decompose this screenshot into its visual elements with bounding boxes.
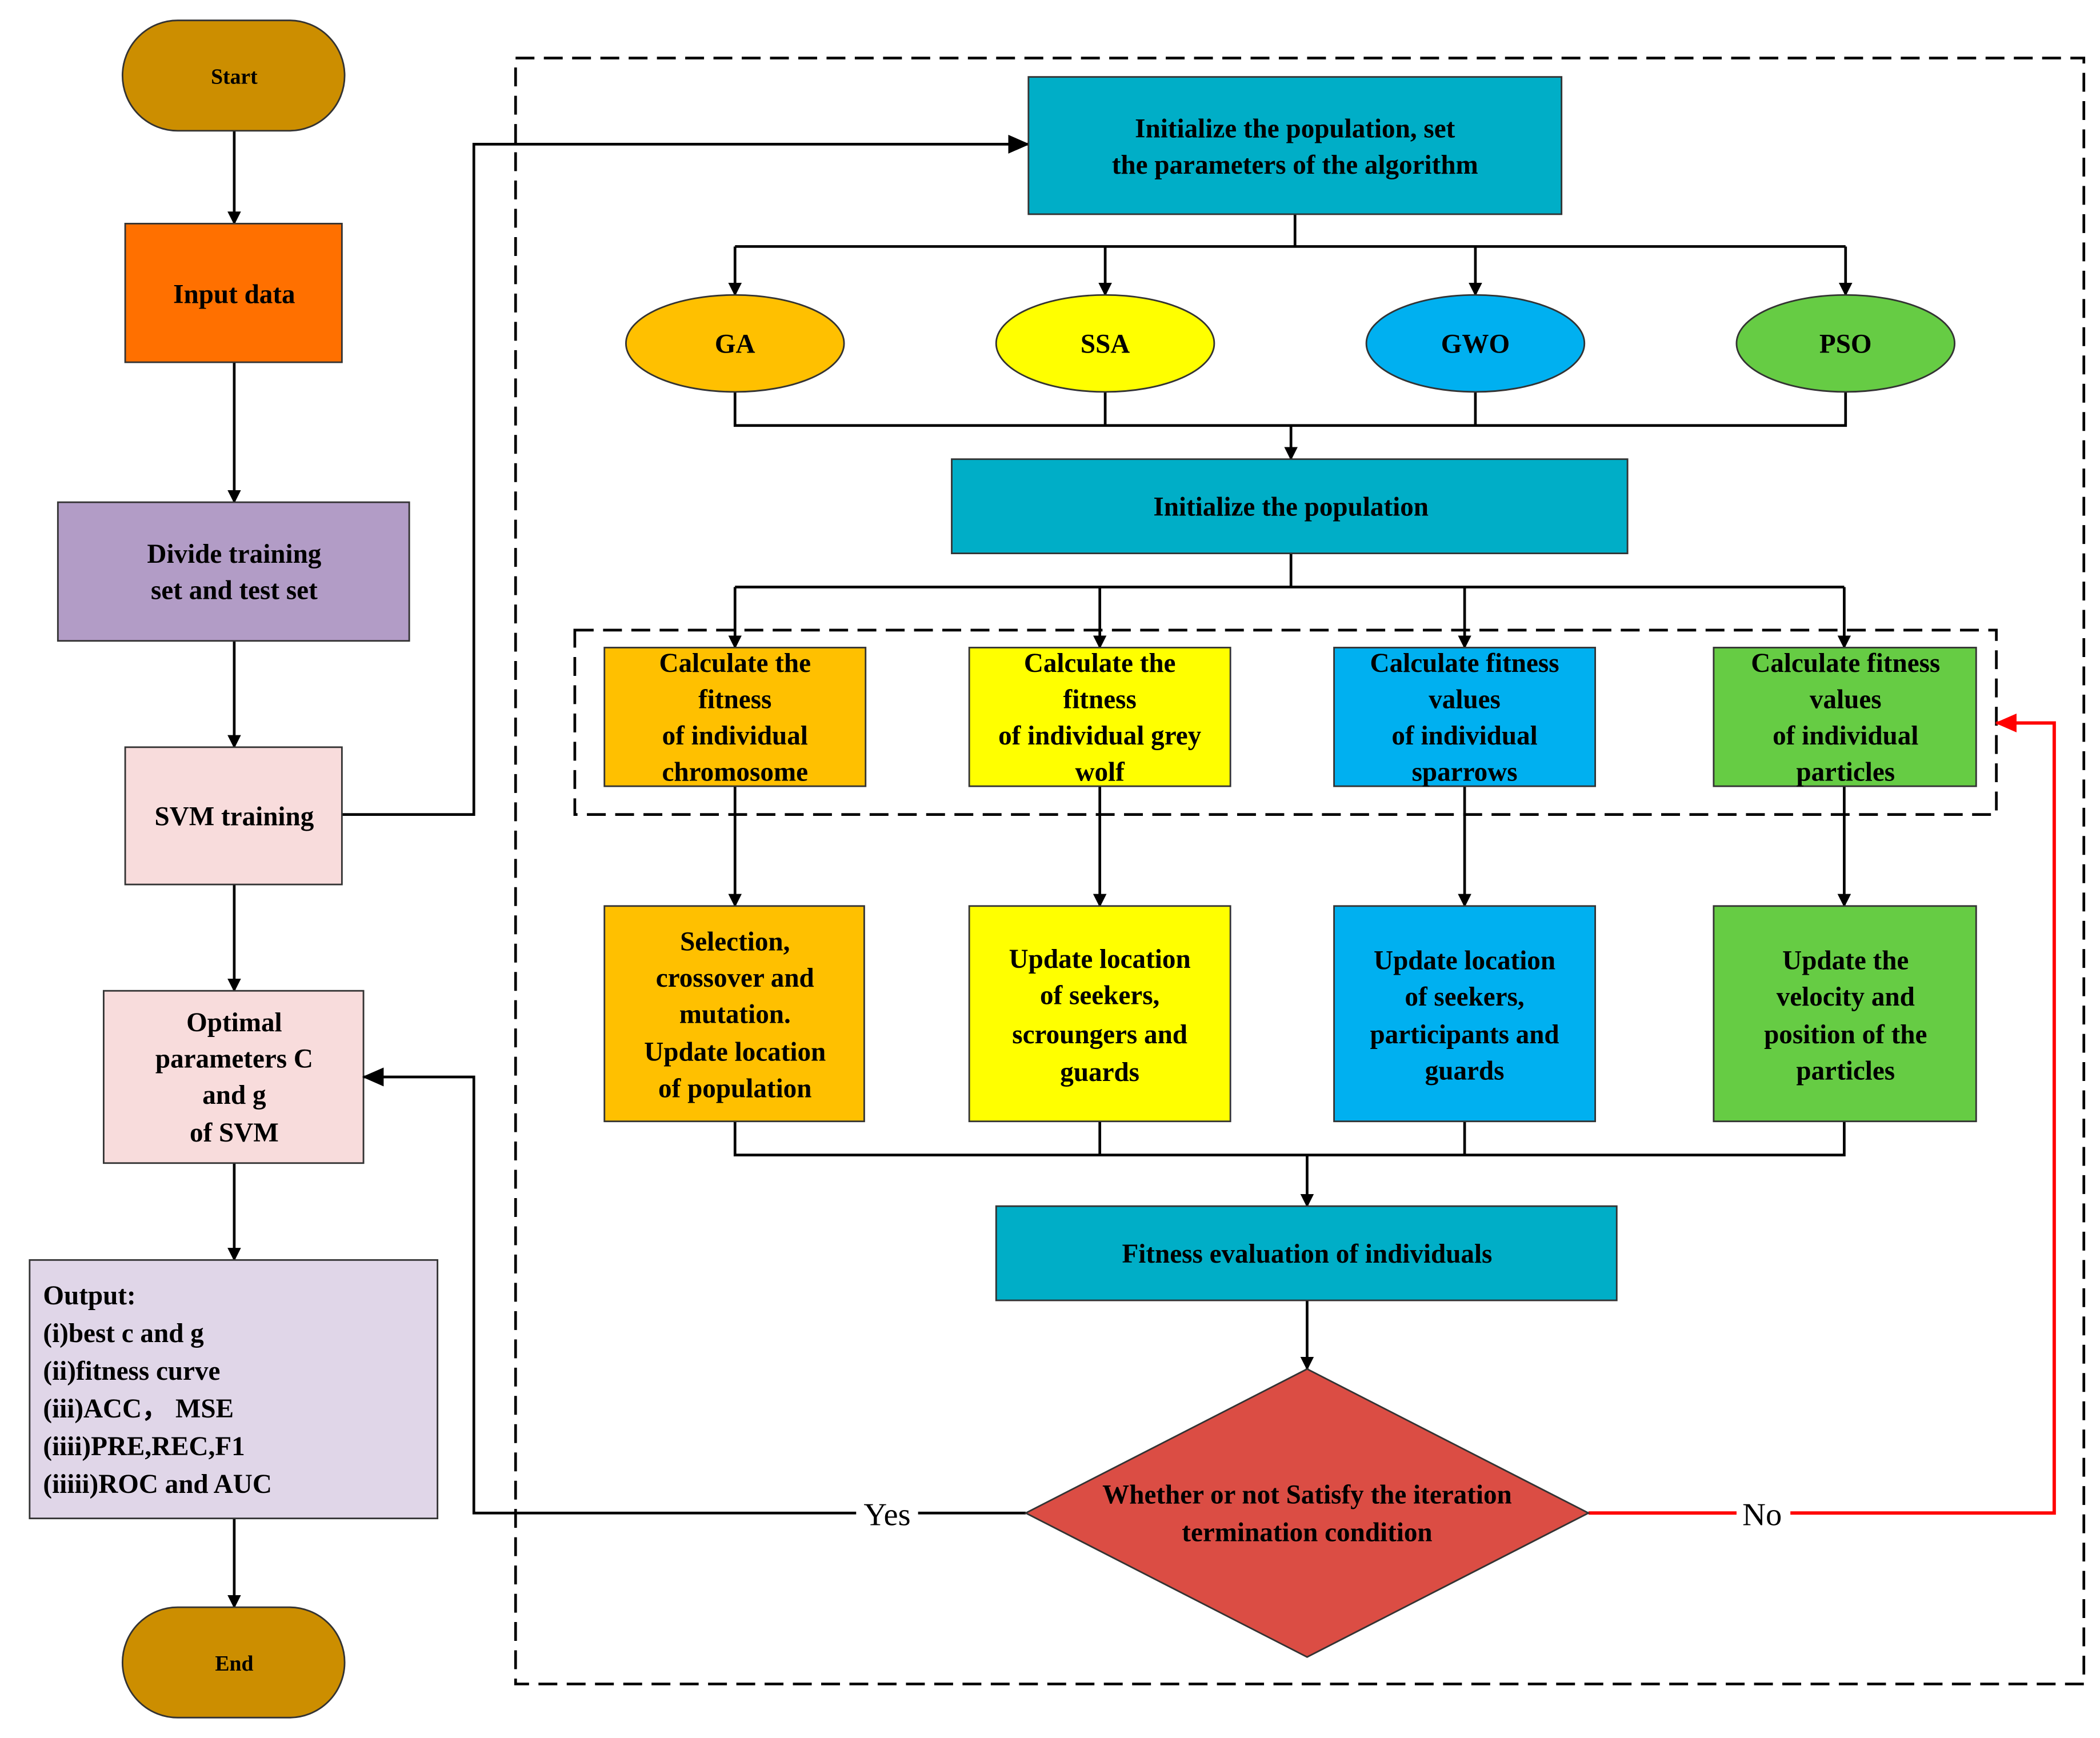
input-data-box: Input data (124, 222, 343, 363)
svg-text:and g: and g (202, 1080, 266, 1110)
svg-text:PSO: PSO (1819, 330, 1872, 359)
svg-text:of seekers,: of seekers, (1040, 981, 1159, 1011)
svg-text:termination condition: termination condition (1182, 1518, 1432, 1548)
svg-text:wolf: wolf (1075, 758, 1125, 787)
svg-text:particles: particles (1796, 1056, 1895, 1086)
svg-text:position of the: position of the (1764, 1020, 1927, 1050)
no-label: No (1742, 1497, 1782, 1532)
yes-arrow (362, 1067, 1026, 1515)
svg-text:values: values (1429, 684, 1501, 714)
svg-text:Update location: Update location (1374, 946, 1555, 976)
svg-text:Update location: Update location (644, 1038, 826, 1067)
svg-text:guards: guards (1060, 1058, 1139, 1087)
svg-text:Optimal: Optimal (186, 1008, 282, 1038)
svg-text:Calculate fitness: Calculate fitness (1370, 648, 1559, 678)
svg-text:Start: Start (211, 65, 258, 89)
update-pso: Update the velocity and position of the pa… (1713, 905, 1977, 1123)
svg-text:fitness: fitness (698, 684, 771, 714)
svg-text:of seekers,: of seekers, (1405, 982, 1524, 1012)
svg-text:parameters C: parameters C (155, 1044, 313, 1074)
yes-label: Yes (863, 1497, 910, 1532)
svg-text:Update location: Update location (1009, 944, 1191, 974)
svg-text:participants and: participants and (1370, 1020, 1559, 1050)
optimal-parameters-box: Optimal parameters C and g of SVM (102, 990, 365, 1164)
algorithm-ssa: SSA (995, 294, 1215, 393)
svg-text:sparrows: sparrows (1412, 758, 1518, 787)
svg-text:(iii)ACC， MSE: (iii)ACC， MSE (43, 1394, 234, 1424)
svg-text:of SVM: of SVM (190, 1118, 279, 1148)
svg-text:Calculate the: Calculate the (659, 648, 811, 678)
svg-text:Initialize the population, set: Initialize the population, set (1135, 114, 1455, 144)
svg-text:Fitness evaluation of individu: Fitness evaluation of individuals (1122, 1239, 1492, 1269)
svg-text:Selection,: Selection, (680, 927, 790, 957)
svg-text:of individual: of individual (662, 721, 808, 751)
svg-text:set and test set: set and test set (151, 576, 318, 606)
svg-text:particles: particles (1796, 758, 1895, 787)
algorithm-gwo: GWO (1365, 294, 1586, 393)
svg-text:SSA: SSA (1081, 330, 1130, 359)
svg-text:scroungers and: scroungers and (1012, 1020, 1187, 1050)
calc-fitness-gwo: Calculate the fitness of individual grey w… (968, 647, 1231, 787)
svg-text:Update the: Update the (1782, 946, 1909, 976)
output-box: Output: (i)best c and g (ii)fitness curv… (29, 1259, 439, 1520)
svg-text:SVM training: SVM training (155, 802, 314, 831)
calc-fitness-ga: Calculate the fitness of individual chromo… (603, 647, 867, 787)
svg-text:(i)best c and g: (i)best c and g (43, 1319, 204, 1348)
calc-fitness-pso: Calculate fitness values of individual par… (1713, 647, 1977, 787)
flowchart: Start Input data Divide training set and… (29, 19, 2086, 1719)
algorithm-pso: PSO (1735, 294, 1955, 393)
svg-text:chromosome: chromosome (662, 758, 808, 787)
svg-text:Output:: Output: (43, 1281, 135, 1311)
svg-text:End: End (215, 1652, 253, 1676)
update-gwo: Update location of seekers, scroungers an… (968, 905, 1231, 1123)
calc-fitness-ssa: Calculate fitness values of individual spa… (1333, 647, 1597, 787)
svg-text:GA: GA (715, 330, 755, 359)
svg-text:of individual: of individual (1773, 721, 1918, 751)
main-connectors (362, 214, 2056, 1515)
end-terminal: End (121, 1606, 346, 1719)
svg-text:values: values (1810, 684, 1882, 714)
svg-text:Whether or not Satisfy the ite: Whether or not Satisfy the iteration (1102, 1480, 1512, 1510)
svg-text:Calculate fitness: Calculate fitness (1751, 648, 1940, 678)
divide-sets-box: Divide training set and test set (57, 501, 410, 642)
svg-text:velocity and: velocity and (1777, 982, 1915, 1012)
svg-text:of individual: of individual (1391, 721, 1537, 751)
initialize-parameters-box: Initialize the population, set the param… (1027, 76, 1563, 215)
svg-text:of individual grey: of individual grey (998, 721, 1202, 751)
start-terminal: Start (121, 19, 346, 132)
update-ga: Selection, crossover and mutation. Update … (603, 905, 865, 1123)
svg-text:GWO: GWO (1441, 330, 1510, 359)
update-ssa: Update location of seekers, participants … (1333, 905, 1597, 1123)
svg-text:mutation.: mutation. (679, 1000, 791, 1030)
fitness-evaluation-box: Fitness evaluation of individuals (995, 1205, 1618, 1302)
svg-text:crossover and: crossover and (656, 963, 814, 993)
svg-text:of population: of population (658, 1074, 811, 1103)
svg-text:(iiii)PRE,REC,F1: (iiii)PRE,REC,F1 (43, 1432, 245, 1461)
svg-text:fitness: fitness (1063, 684, 1137, 714)
svg-text:(ii)fitness curve: (ii)fitness curve (43, 1356, 220, 1386)
svg-text:the parameters of the algorith: the parameters of the algorithm (1112, 150, 1478, 180)
svg-text:Divide training: Divide training (147, 539, 321, 569)
svg-text:guards: guards (1425, 1056, 1505, 1086)
svg-text:Initialize the population: Initialize the population (1153, 492, 1429, 522)
algorithm-ga: GA (625, 294, 845, 393)
svm-training-box: SVM training (124, 746, 343, 886)
initialize-population-box: Initialize the population (951, 458, 1629, 554)
svg-text:Input data: Input data (173, 279, 295, 309)
termination-decision: Whether or not Satisfy the iteration ter… (1023, 1368, 1590, 1658)
svg-text:Calculate the: Calculate the (1024, 648, 1176, 678)
svg-text:(iiiii)ROC and AUC: (iiiii)ROC and AUC (43, 1469, 271, 1499)
